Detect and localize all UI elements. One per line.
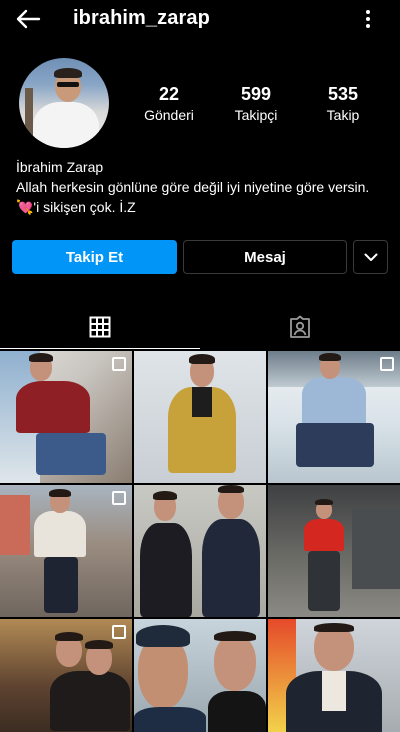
profile-name: İbrahim Zarap (16, 159, 104, 175)
active-tab-indicator (0, 348, 200, 349)
more-vertical-icon (366, 10, 370, 28)
more-options-button[interactable] (356, 6, 380, 32)
post-thumbnail[interactable] (0, 619, 132, 732)
top-bar: ibrahim_zarap (0, 0, 400, 38)
message-button[interactable]: Mesaj (183, 240, 347, 274)
stat-followers[interactable]: 599 Takipçi (216, 84, 296, 123)
profile-avatar[interactable] (19, 58, 109, 148)
tab-tagged[interactable] (200, 305, 400, 349)
stat-posts[interactable]: 22 Gönderi (129, 84, 209, 123)
post-thumbnail[interactable] (268, 485, 400, 617)
tab-posts-grid[interactable] (0, 305, 200, 349)
followers-label: Takipçi (234, 107, 278, 123)
tagged-person-icon (290, 315, 310, 338)
following-label: Takip (326, 107, 360, 123)
multiple-photos-icon (112, 625, 126, 639)
back-button[interactable] (12, 6, 44, 32)
posts-label: Gönderi (144, 107, 194, 123)
follow-button[interactable]: Takip Et (12, 240, 177, 274)
posts-count: 22 (158, 84, 180, 104)
posts-grid (0, 351, 400, 732)
suggested-dropdown-button[interactable] (353, 240, 388, 274)
arrow-left-icon (16, 9, 41, 29)
post-thumbnail[interactable] (134, 351, 266, 483)
grid-icon (89, 316, 111, 338)
followers-count: 599 (240, 84, 272, 104)
multiple-photos-icon (112, 357, 126, 371)
post-thumbnail[interactable] (134, 485, 266, 617)
bio-line-1: Allah herkesin gönlüne göre değil iyi ni… (16, 179, 370, 195)
chevron-down-icon (364, 253, 377, 261)
stat-following[interactable]: 535 Takip (303, 84, 383, 123)
post-thumbnail[interactable] (268, 619, 400, 732)
post-thumbnail[interactable] (268, 351, 400, 483)
profile-tabs (0, 305, 400, 349)
following-count: 535 (327, 84, 359, 104)
multiple-photos-icon (380, 357, 394, 371)
post-thumbnail[interactable] (134, 619, 266, 732)
bio-line-2: 💘'i sikişen çok. İ.Z (16, 199, 136, 215)
multiple-photos-icon (112, 491, 126, 505)
post-thumbnail[interactable] (0, 485, 132, 617)
profile-username: ibrahim_zarap (73, 7, 210, 29)
post-thumbnail[interactable] (0, 351, 132, 483)
profile-bio: İbrahim Zarap Allah herkesin gönlüne gör… (16, 157, 396, 217)
